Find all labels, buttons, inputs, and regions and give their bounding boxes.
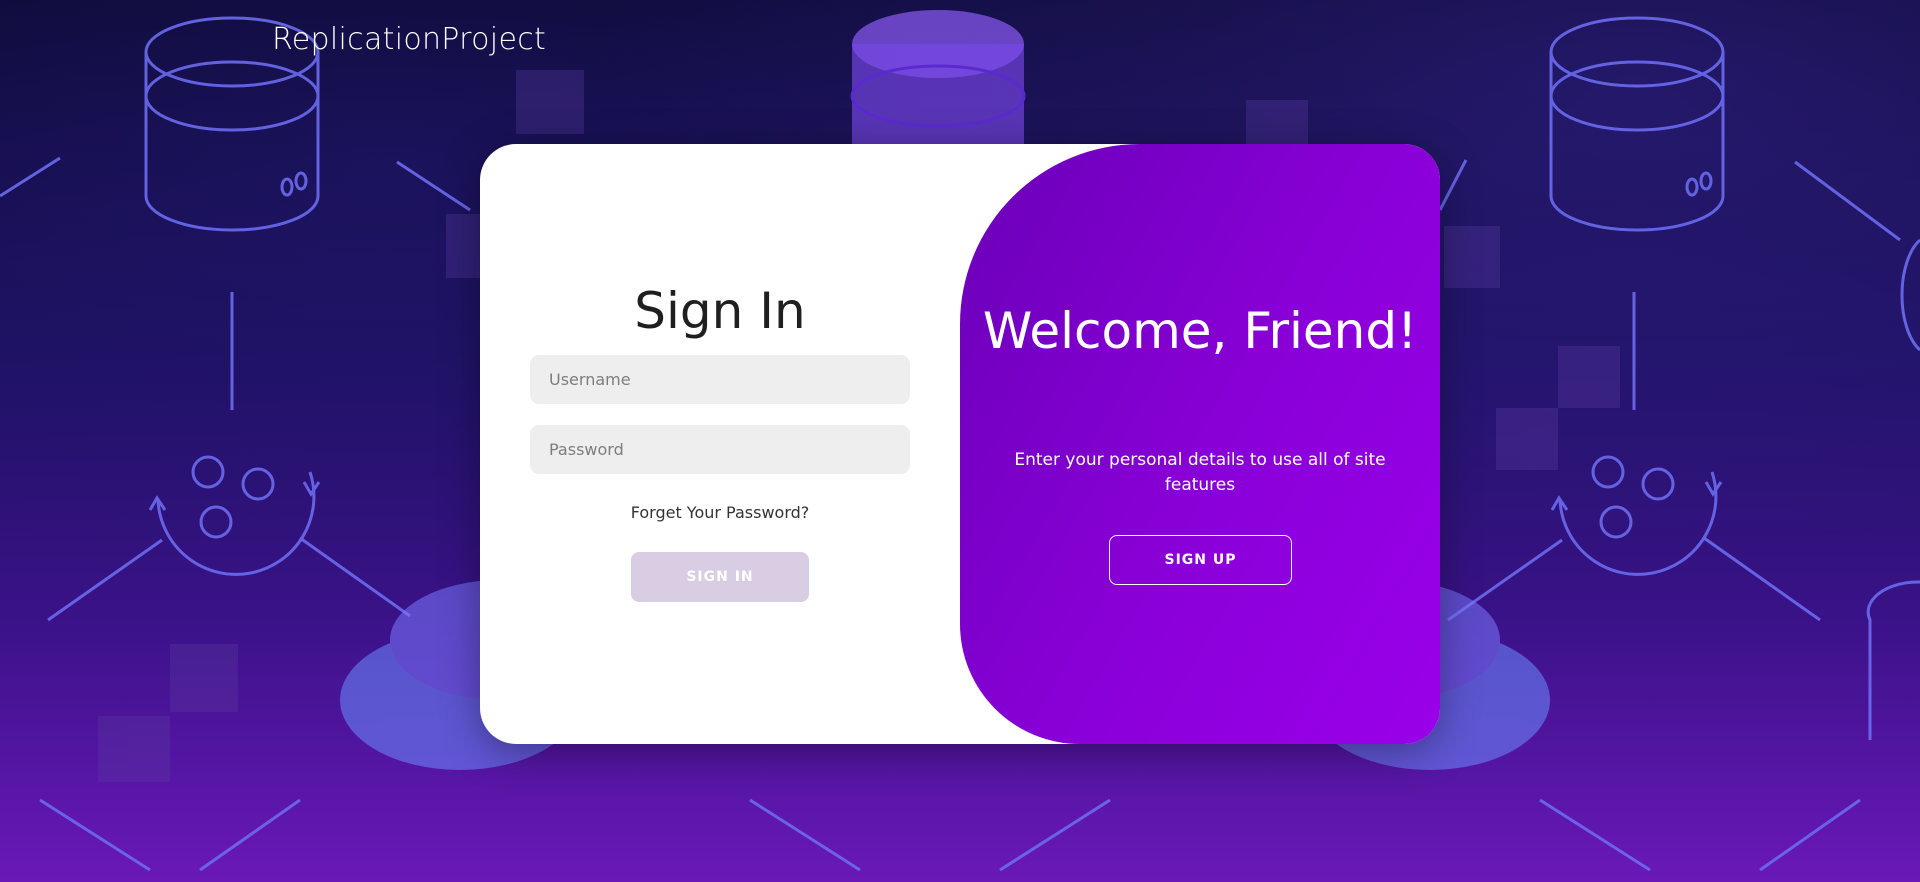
- gears-sync-icon: [1447, 292, 1821, 622]
- database-icon: [1549, 16, 1725, 232]
- username-input[interactable]: [530, 355, 910, 404]
- signin-button[interactable]: SIGN IN: [631, 552, 809, 602]
- welcome-text: Enter your personal details to use all o…: [1014, 450, 1386, 495]
- signin-form: Sign In Forget Your Password? SIGN IN: [480, 144, 960, 744]
- brand-title: ReplicationProject: [272, 22, 547, 57]
- gears-sync-icon: [47, 292, 411, 622]
- forgot-password-link[interactable]: Forget Your Password?: [480, 503, 960, 522]
- auth-card: Sign In Forget Your Password? SIGN IN We…: [480, 144, 1440, 744]
- password-input[interactable]: [530, 425, 910, 474]
- signup-button[interactable]: SIGN UP: [1109, 535, 1292, 585]
- welcome-title: Welcome, Friend!: [982, 302, 1418, 360]
- database-stack-icon: [850, 10, 1026, 144]
- signin-title: Sign In: [634, 282, 806, 340]
- welcome-panel: Welcome, Friend! Enter your personal det…: [960, 144, 1440, 744]
